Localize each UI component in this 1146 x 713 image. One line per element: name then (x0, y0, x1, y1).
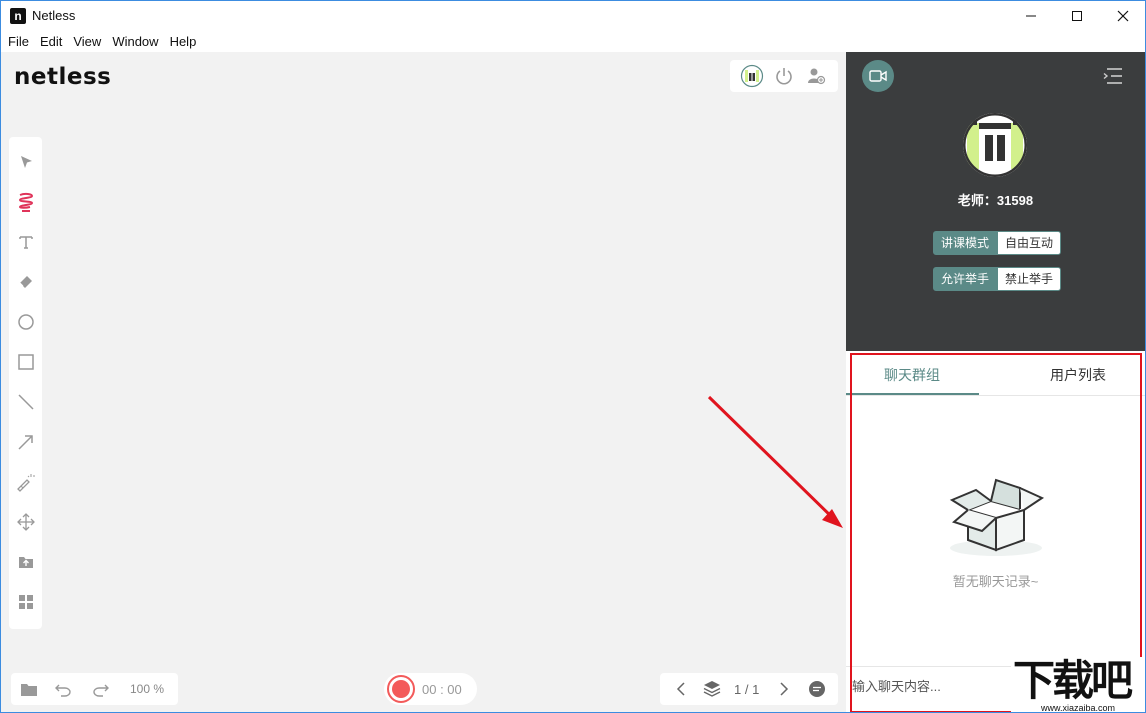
title-bar: n Netless (1, 1, 1145, 31)
whiteboard-canvas[interactable]: netless 100 % 00: 00 1 / 1 (1, 52, 846, 712)
menu-window[interactable]: Window (112, 34, 158, 49)
chevron-left-icon (676, 682, 685, 696)
record-time: 00 : 00 (422, 682, 462, 697)
chat-toggle-button[interactable] (807, 679, 827, 699)
tool-laser[interactable] (9, 467, 42, 497)
window-title: Netless (32, 8, 76, 23)
menu-help[interactable]: Help (170, 34, 197, 49)
move-icon (16, 513, 35, 531)
chat-bubble-icon (809, 681, 825, 697)
tab-user-list[interactable]: 用户列表 (1050, 365, 1106, 385)
tool-text[interactable] (9, 227, 42, 257)
lecture-mode-button[interactable]: 讲课模式 (933, 231, 998, 255)
folder-icon (21, 684, 37, 696)
tool-selector[interactable] (9, 147, 42, 177)
tool-eraser[interactable] (9, 267, 42, 297)
tab-chat-group[interactable]: 聊天群组 (884, 365, 940, 385)
record-controls: 00 : 00 (384, 673, 477, 705)
tool-apps[interactable] (9, 587, 42, 617)
hand-raise-toggle: 允许举手 禁止举手 (933, 267, 1062, 291)
line-icon (17, 394, 34, 410)
right-panel: 老师：31598 讲课模式 自由互动 允许举手 禁止举手 聊天群组 用户列表 暂… (846, 52, 1145, 712)
forbid-hand-raise-button[interactable]: 禁止举手 (997, 267, 1062, 291)
active-tab-indicator (846, 393, 979, 395)
add-user-icon (808, 68, 826, 85)
watermark-url: www.xiazaiba.com (1041, 703, 1116, 713)
watermark: 下载吧 www.xiazaiba.com (1011, 656, 1145, 713)
menu-edit[interactable]: Edit (40, 34, 62, 49)
chat-tabs: 聊天群组 用户列表 (846, 351, 1145, 396)
text-icon (18, 236, 33, 249)
redo-icon (93, 684, 109, 697)
undo-button[interactable] (53, 679, 73, 699)
tool-rectangle[interactable] (9, 347, 42, 377)
prev-page-button[interactable] (671, 679, 691, 699)
avatar-image (963, 113, 1027, 177)
add-user-button[interactable] (804, 64, 828, 88)
upload-folder-icon (18, 557, 33, 568)
power-button[interactable] (772, 64, 796, 88)
history-controls: 100 % (11, 673, 178, 705)
menu-bar: File Edit View Window Help (1, 31, 1145, 52)
maximize-button[interactable] (1054, 1, 1100, 31)
chevron-right-icon (780, 682, 789, 696)
camera-icon (869, 70, 887, 82)
minimize-button[interactable] (1008, 1, 1054, 31)
minimize-icon (1026, 15, 1036, 17)
record-button[interactable] (387, 675, 415, 703)
tool-arrow[interactable] (9, 427, 42, 457)
close-icon (1117, 10, 1129, 22)
rectangle-icon (17, 354, 34, 370)
empty-chat-text: 暂无聊天记录~ (952, 574, 1039, 589)
circle-icon (17, 314, 34, 330)
app-window: n Netless File Edit View Window Help net… (0, 0, 1146, 713)
watermark-text: 下载吧 (1013, 656, 1133, 705)
netless-logo: netless (14, 64, 112, 90)
tool-pencil[interactable] (9, 187, 42, 217)
layers-icon (703, 681, 721, 697)
page-controls: 1 / 1 (660, 673, 838, 705)
empty-box-icon (949, 478, 1045, 556)
tool-line[interactable] (9, 387, 42, 417)
pages-button[interactable] (702, 679, 722, 699)
chat-input[interactable] (852, 679, 1012, 694)
close-button[interactable] (1100, 1, 1145, 31)
undo-icon (55, 684, 71, 697)
arrow-icon (17, 435, 33, 450)
app-icon: n (10, 8, 26, 24)
maximize-icon (1072, 11, 1082, 21)
lecture-mode-toggle: 讲课模式 自由互动 (933, 231, 1062, 255)
cursor-icon (20, 156, 32, 168)
free-interaction-button[interactable]: 自由互动 (997, 231, 1062, 255)
zoom-level[interactable]: 100 % (130, 682, 164, 696)
menu-view[interactable]: View (73, 34, 101, 49)
tool-hand[interactable] (9, 507, 42, 537)
allow-hand-raise-button[interactable]: 允许举手 (933, 267, 998, 291)
grid-icon (18, 595, 33, 609)
power-icon (776, 68, 792, 85)
tool-ellipse[interactable] (9, 307, 42, 337)
avatar-icon (740, 64, 764, 88)
laser-pointer-icon (16, 474, 35, 492)
tool-upload[interactable] (9, 547, 42, 577)
eraser-icon (19, 276, 32, 288)
video-button[interactable] (862, 60, 894, 92)
pencil-scribble-icon (18, 192, 33, 212)
page-indicator: 1 / 1 (734, 682, 760, 697)
menu-icon[interactable] (1102, 66, 1124, 86)
redo-button[interactable] (91, 679, 111, 699)
teacher-avatar (963, 113, 1027, 177)
user-avatar-button[interactable] (740, 64, 764, 88)
menu-file[interactable]: File (8, 34, 29, 49)
teacher-name: 老师：31598 (957, 193, 1034, 208)
teacher-panel: 老师：31598 讲课模式 自由互动 允许举手 禁止举手 (846, 52, 1145, 351)
next-page-button[interactable] (774, 679, 794, 699)
top-controls (730, 60, 838, 92)
file-button[interactable] (19, 679, 39, 699)
tool-bar (9, 137, 42, 629)
